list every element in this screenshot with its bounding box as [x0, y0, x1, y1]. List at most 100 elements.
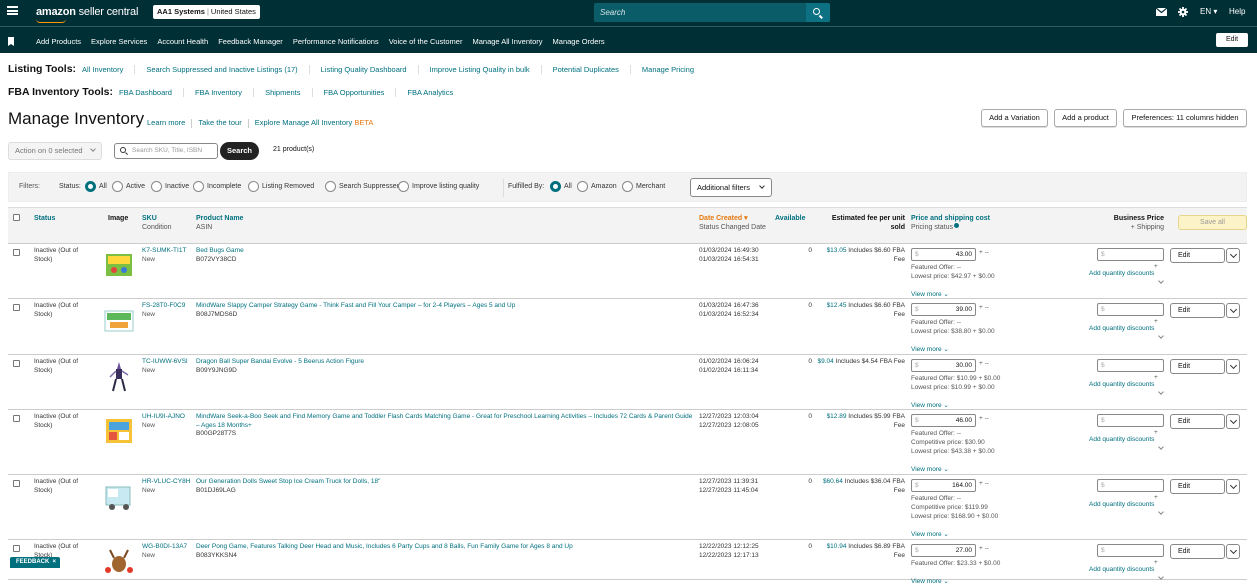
product-name-header[interactable]: Product Name ASIN [196, 214, 243, 232]
nav-item[interactable]: Explore Services [91, 37, 147, 46]
seller-central-logo[interactable]: amazon seller central [36, 6, 138, 23]
edit-dropdown-button[interactable] [1226, 303, 1240, 318]
hamburger-menu-icon[interactable] [7, 6, 18, 15]
sku-link[interactable]: TC-IUWW-6VSI [142, 358, 188, 365]
view-more-link[interactable]: View more ⌄ [911, 345, 949, 353]
add-quantity-discounts-link[interactable]: Add quantity discounts [1089, 270, 1154, 277]
business-price-input[interactable]: $ [1097, 544, 1164, 557]
row-checkbox[interactable] [13, 480, 20, 487]
nav-item[interactable]: Feedback Manager [218, 37, 283, 46]
chevron-down-icon[interactable] [1158, 574, 1164, 580]
global-search[interactable]: Search [594, 3, 830, 22]
add-quantity-discounts-link[interactable]: Add quantity discounts [1089, 325, 1154, 332]
tool-link[interactable]: FBA Inventory [195, 88, 242, 97]
tool-link[interactable]: FBA Opportunities [324, 88, 385, 97]
fee-amount-link[interactable]: $12.89 [827, 413, 847, 420]
view-more-link[interactable]: View more ⌄ [911, 401, 949, 409]
help-link[interactable]: Help [1229, 7, 1245, 16]
fulfilled-radio[interactable] [550, 181, 561, 192]
price-input[interactable]: $46.00 [911, 414, 976, 427]
price-input[interactable]: $164.00 [911, 479, 976, 492]
edit-dropdown-button[interactable] [1226, 479, 1240, 494]
tool-link[interactable]: Shipments [265, 88, 300, 97]
product-name-link[interactable]: MindWare Slappy Camper Strategy Game - T… [196, 302, 515, 309]
bookmark-icon[interactable] [8, 37, 14, 46]
status-radio[interactable] [248, 181, 259, 192]
explore-link[interactable]: Explore Manage All Inventory [255, 118, 353, 127]
add-quantity-discounts-link[interactable]: Add quantity discounts [1089, 436, 1154, 443]
row-checkbox[interactable] [13, 304, 20, 311]
sku-link[interactable]: K7-SUMK-TI1T [142, 247, 186, 254]
global-search-input[interactable]: Search [600, 8, 625, 17]
edit-dropdown-button[interactable] [1226, 544, 1240, 559]
view-more-link[interactable]: View more ⌄ [911, 465, 949, 473]
product-name-link[interactable]: MindWare Seek-a-Boo Seek and Find Memory… [196, 413, 692, 429]
fee-amount-link[interactable]: $60.64 [823, 478, 843, 485]
status-radio[interactable] [325, 181, 336, 192]
tool-link[interactable]: FBA Dashboard [119, 88, 172, 97]
product-image-cell[interactable] [102, 303, 136, 337]
status-radio[interactable] [193, 181, 204, 192]
tool-link[interactable]: FBA Analytics [407, 88, 453, 97]
add-variation-button[interactable]: Add a Variation [981, 109, 1048, 127]
preferences-button[interactable]: Preferences: 11 columns hidden [1123, 109, 1247, 127]
sku-link[interactable]: HR-VLUC-CY8H [142, 478, 190, 485]
tool-link[interactable]: All Inventory [82, 65, 123, 74]
fulfilled-radio[interactable] [577, 181, 588, 192]
feedback-button[interactable]: FEEDBACK × [10, 557, 60, 568]
edit-button[interactable]: Edit [1170, 359, 1225, 374]
nav-item[interactable]: Manage All Inventory [472, 37, 542, 46]
available-header[interactable]: Available [775, 214, 805, 223]
product-image[interactable] [102, 248, 136, 282]
mail-icon[interactable] [1156, 8, 1167, 16]
view-more-link[interactable]: View more ⌄ [911, 530, 949, 538]
nav-item[interactable]: Add Products [36, 37, 81, 46]
view-more-link[interactable]: View more ⌄ [911, 577, 949, 585]
bulk-action-select[interactable]: Action on 0 selected [8, 142, 102, 160]
edit-dropdown-button[interactable] [1226, 248, 1240, 263]
info-icon[interactable] [954, 223, 960, 228]
language-selector[interactable]: EN ▾ [1200, 7, 1217, 16]
status-radio[interactable] [112, 181, 123, 192]
product-image[interactable] [102, 359, 136, 393]
learn-more-link[interactable]: Learn more [147, 118, 185, 127]
sku-link[interactable]: FS-28T0-F0C9 [142, 302, 185, 309]
date-created-header[interactable]: Date Created ▾ Status Changed Date [699, 214, 766, 232]
product-name-link[interactable]: Deer Pong Game, Features Talking Deer He… [196, 543, 573, 550]
business-price-input[interactable]: $ [1097, 303, 1164, 316]
edit-button[interactable]: Edit [1170, 414, 1225, 429]
sku-header[interactable]: SKU Condition [142, 214, 172, 232]
add-product-button[interactable]: Add a product [1054, 109, 1117, 127]
status-radio[interactable] [151, 181, 162, 192]
business-price-input[interactable]: $ [1097, 479, 1164, 492]
product-image[interactable] [102, 303, 136, 337]
edit-button[interactable]: Edit [1170, 248, 1225, 263]
select-all-checkbox[interactable] [13, 214, 20, 221]
business-price-input[interactable]: $ [1097, 248, 1164, 261]
fee-amount-link[interactable]: $12.45 [827, 302, 847, 309]
search-button[interactable]: Search [220, 142, 259, 160]
save-all-button[interactable]: Save all [1178, 215, 1247, 230]
product-name-link[interactable]: Our Generation Dolls Sweet Stop Ice Crea… [196, 478, 380, 485]
edit-nav-button[interactable]: Edit [1216, 33, 1248, 47]
edit-button[interactable]: Edit [1170, 544, 1225, 559]
fee-amount-link[interactable]: $9.04 [818, 358, 834, 365]
nav-item[interactable]: Performance Notifications [293, 37, 379, 46]
close-icon[interactable]: × [52, 557, 56, 568]
product-image-cell[interactable] [102, 414, 136, 448]
edit-dropdown-button[interactable] [1226, 359, 1240, 374]
gear-icon[interactable] [1178, 7, 1188, 17]
status-radio[interactable] [85, 181, 96, 192]
row-checkbox[interactable] [13, 545, 20, 552]
status-header[interactable]: Status [34, 214, 55, 223]
view-more-link[interactable]: View more ⌄ [911, 290, 949, 298]
tool-link[interactable]: Search Suppressed and Inactive Listings … [146, 65, 297, 74]
product-image[interactable] [102, 414, 136, 448]
sku-link[interactable]: WG-B0DI-13A7 [142, 543, 187, 550]
product-image[interactable] [102, 479, 136, 513]
edit-button[interactable]: Edit [1170, 479, 1225, 494]
price-input[interactable]: $30.00 [911, 359, 976, 372]
add-quantity-discounts-link[interactable]: Add quantity discounts [1089, 566, 1154, 573]
product-image-cell[interactable] [102, 544, 136, 578]
business-price-input[interactable]: $ [1097, 414, 1164, 427]
